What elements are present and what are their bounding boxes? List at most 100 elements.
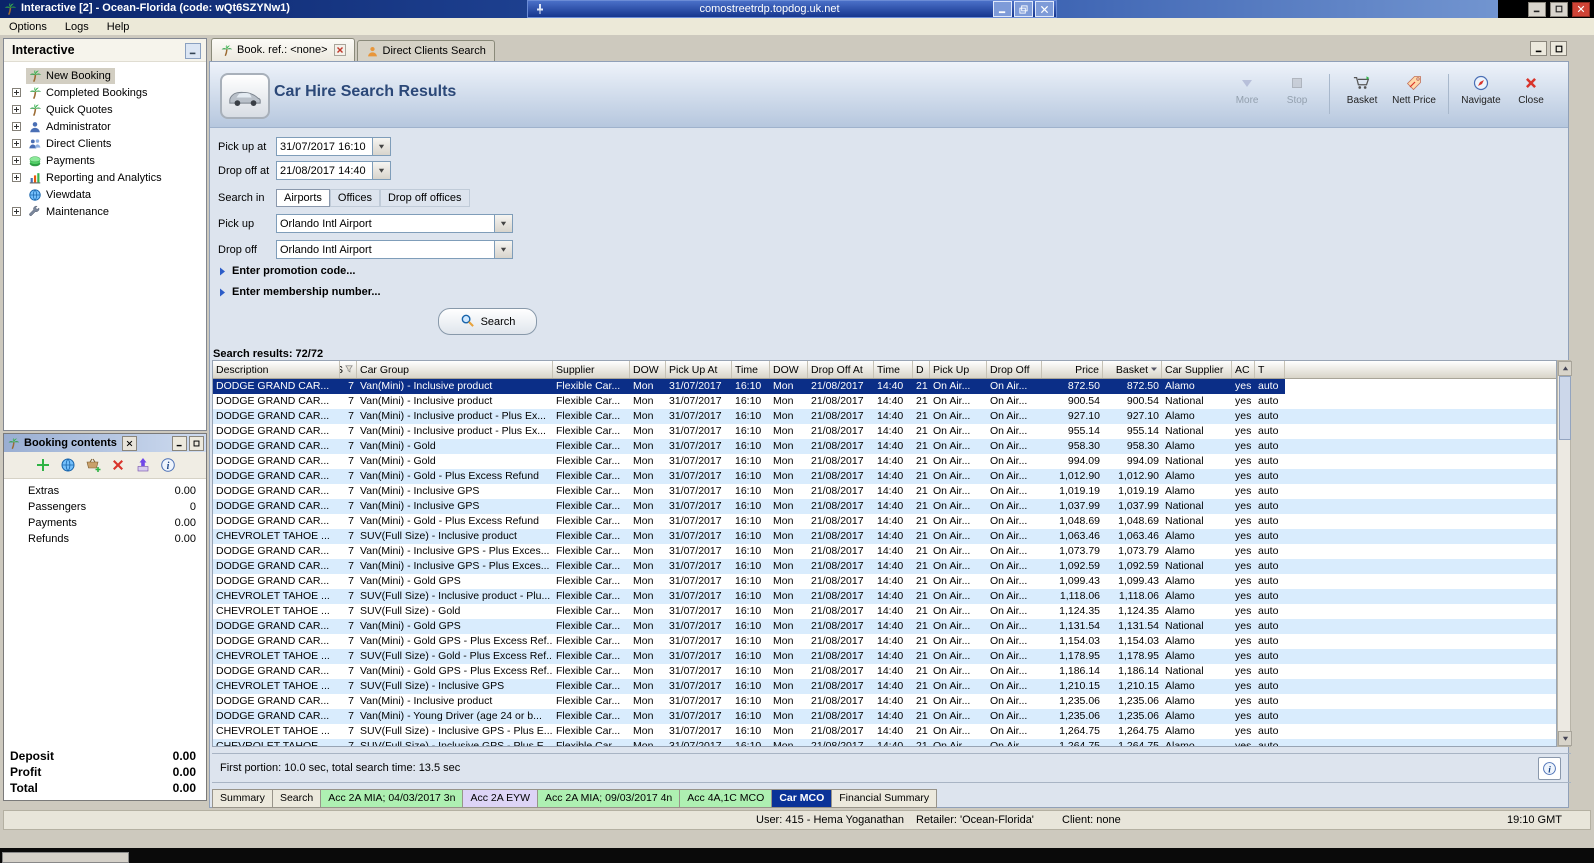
bottom-tab-acc-2a-mia-09-03-2017-4n[interactable]: Acc 2A MIA; 09/03/2017 4n	[538, 789, 681, 808]
table-row[interactable]: CHEVROLET TAHOE ... 7 SUV(Full Size) - Gol…	[213, 649, 1556, 664]
tab-direct-clients-search[interactable]: Direct Clients Search	[356, 40, 495, 61]
column-header-t-17[interactable]: T	[1255, 361, 1285, 378]
window-minimize-button[interactable]	[1528, 1, 1546, 17]
bottom-tab-search[interactable]: Search	[272, 789, 322, 808]
bottom-tab-financial-summary[interactable]: Financial Summary	[832, 789, 938, 808]
bottom-tab-acc-4a-1c-mco[interactable]: Acc 4A,1C MCO	[680, 789, 773, 808]
pickup-at-combo[interactable]: 31/07/2017 16:10	[276, 137, 391, 156]
nett-price-button[interactable]: Nett Price	[1387, 74, 1441, 106]
bottom-tab-acc-2a-mia-04-03-2017-3n[interactable]: Acc 2A MIA; 04/03/2017 3n	[321, 789, 464, 808]
booking-contents-minimize-button[interactable]	[172, 435, 187, 451]
column-header-dow-4[interactable]: DOW	[630, 361, 666, 378]
tab-book-ref-none[interactable]: Book. ref.: <none>	[211, 38, 355, 61]
grid-vertical-scrollbar[interactable]	[1557, 360, 1572, 747]
table-row[interactable]: DODGE GRAND CAR... 7 Van(Mini) - Inclusive…	[213, 559, 1556, 574]
table-row[interactable]: DODGE GRAND CAR... 7 Van(Mini) - Inclusive…	[213, 544, 1556, 559]
chevron-down-icon[interactable]	[494, 215, 512, 232]
sidebar-item-direct-clients[interactable]: Direct Clients	[4, 135, 206, 152]
expand-plus-icon[interactable]	[12, 105, 21, 114]
table-row[interactable]: DODGE GRAND CAR... 7 Van(Mini) - Inclusive…	[213, 424, 1556, 439]
basket-button[interactable]: Basket	[1337, 74, 1387, 106]
table-row[interactable]: CHEVROLET TAHOE ... 7 SUV(Full Size) - Inc…	[213, 529, 1556, 544]
scroll-down-icon[interactable]	[1558, 731, 1572, 746]
table-row[interactable]: CHEVROLET TAHOE ... 7 SUV(Full Size) - Inc…	[213, 679, 1556, 694]
table-row[interactable]: DODGE GRAND CAR... 7 Van(Mini) - Gold - Pl…	[213, 469, 1556, 484]
globe-icon[interactable]	[60, 457, 76, 473]
column-header-supplier-3[interactable]: Supplier	[553, 361, 630, 378]
window-maximize-button[interactable]	[1550, 1, 1568, 17]
table-row[interactable]: DODGE GRAND CAR... 7 Van(Mini) - Gold GPS …	[213, 664, 1556, 679]
column-header-description-0[interactable]: Description	[213, 361, 340, 378]
rdp-restore-button[interactable]	[1014, 1, 1033, 17]
column-header-s-1[interactable]: S	[340, 361, 357, 378]
table-row[interactable]: DODGE GRAND CAR... 7 Van(Mini) - Gold GPS F…	[213, 574, 1556, 589]
table-row[interactable]: DODGE GRAND CAR... 7 Van(Mini) - Inclusive…	[213, 694, 1556, 709]
table-row[interactable]: DODGE GRAND CAR... 7 Van(Mini) - Inclusive…	[213, 379, 1556, 394]
menu-options[interactable]: Options	[0, 21, 56, 33]
expand-plus-icon[interactable]	[12, 139, 21, 148]
sidebar-item-reporting-and-analytics[interactable]: Reporting and Analytics	[4, 169, 206, 186]
column-header-dow-7[interactable]: DOW	[770, 361, 808, 378]
close-button[interactable]: Close	[1506, 74, 1556, 106]
table-row[interactable]: DODGE GRAND CAR... 7 Van(Mini) - Inclusive…	[213, 499, 1556, 514]
expand-plus-icon[interactable]	[12, 88, 21, 97]
search-in-offices[interactable]: Offices	[329, 189, 380, 207]
sidebar-item-administrator[interactable]: Administrator	[4, 118, 206, 135]
sidebar-item-new-booking[interactable]: New Booking	[4, 67, 206, 84]
column-header-car-group-2[interactable]: Car Group	[357, 361, 553, 378]
expand-plus-icon[interactable]	[12, 122, 21, 131]
bottom-tab-acc-2a-eyw[interactable]: Acc 2A EYW	[463, 789, 539, 808]
membership-number-expander[interactable]: Enter membership number...	[218, 286, 381, 298]
column-header-ac-16[interactable]: AC	[1232, 361, 1255, 378]
column-header-pick-up-11[interactable]: Pick Up	[930, 361, 987, 378]
rdp-minimize-button[interactable]	[993, 1, 1012, 17]
table-row[interactable]: DODGE GRAND CAR... 7 Van(Mini) - Gold GPS F…	[213, 619, 1556, 634]
search-in-drop-off-offices[interactable]: Drop off offices	[379, 189, 470, 207]
navigate-button[interactable]: Navigate	[1456, 74, 1506, 106]
pin-icon[interactable]	[534, 3, 546, 15]
column-header-car-supplier-15[interactable]: Car Supplier	[1162, 361, 1232, 378]
table-row[interactable]: DODGE GRAND CAR... 7 Van(Mini) - Inclusive…	[213, 484, 1556, 499]
add-icon[interactable]	[35, 457, 51, 473]
booking-contents-maximize-button[interactable]	[189, 435, 204, 451]
table-row[interactable]: DODGE GRAND CAR... 7 Van(Mini) - Gold - Pl…	[213, 514, 1556, 529]
booking-contents-close-button[interactable]	[121, 435, 137, 451]
expand-plus-icon[interactable]	[12, 156, 21, 165]
column-header-drop-off-at-8[interactable]: Drop Off At	[808, 361, 874, 378]
column-header-d-10[interactable]: D	[913, 361, 930, 378]
column-header-time-9[interactable]: Time	[874, 361, 913, 378]
expand-plus-icon[interactable]	[12, 173, 21, 182]
window-close-button[interactable]	[1572, 1, 1590, 17]
chevron-down-icon[interactable]	[372, 138, 390, 155]
info-button[interactable]: i	[1538, 757, 1561, 780]
expand-plus-icon[interactable]	[12, 207, 21, 216]
search-button[interactable]: Search	[438, 308, 537, 335]
tab-close-icon[interactable]	[333, 44, 346, 56]
panel-collapse-button[interactable]	[185, 43, 201, 59]
bottom-tab-car-mco[interactable]: Car MCO	[772, 789, 833, 808]
bottom-tab-summary[interactable]: Summary	[212, 789, 273, 808]
mdi-minimize-button[interactable]	[1530, 41, 1547, 56]
table-row[interactable]: CHEVROLET TAHOE ... 7 SUV(Full Size) - Inc…	[213, 724, 1556, 739]
column-header-time-6[interactable]: Time	[732, 361, 770, 378]
column-header-pick-up-at-5[interactable]: Pick Up At	[666, 361, 732, 378]
column-header-drop-off-12[interactable]: Drop Off	[987, 361, 1042, 378]
sidebar-item-payments[interactable]: Payments	[4, 152, 206, 169]
taskbar-button[interactable]	[2, 852, 129, 863]
table-row[interactable]: DODGE GRAND CAR... 7 Van(Mini) - Young Dri…	[213, 709, 1556, 724]
table-row[interactable]: CHEVROLET TAHOE ... 7 SUV(Full Size) - Inc…	[213, 589, 1556, 604]
filter-icon[interactable]	[345, 364, 353, 376]
mdi-maximize-button[interactable]	[1550, 41, 1567, 56]
promotion-code-expander[interactable]: Enter promotion code...	[218, 265, 355, 277]
table-row[interactable]: DODGE GRAND CAR... 7 Van(Mini) - Inclusive…	[213, 409, 1556, 424]
dropoff-at-combo[interactable]: 21/08/2017 14:40	[276, 161, 391, 180]
search-in-airports[interactable]: Airports	[276, 189, 330, 207]
scroll-up-icon[interactable]	[1558, 361, 1572, 376]
sidebar-item-viewdata[interactable]: Viewdata	[4, 186, 206, 203]
menu-help[interactable]: Help	[98, 21, 139, 33]
sidebar-item-quick-quotes[interactable]: Quick Quotes	[4, 101, 206, 118]
delete-icon[interactable]	[110, 457, 126, 473]
pickup-combo[interactable]: Orlando Intl Airport	[276, 214, 513, 233]
table-row[interactable]: DODGE GRAND CAR... 7 Van(Mini) - Gold Flexi…	[213, 454, 1556, 469]
scrollbar-thumb[interactable]	[1559, 376, 1571, 440]
